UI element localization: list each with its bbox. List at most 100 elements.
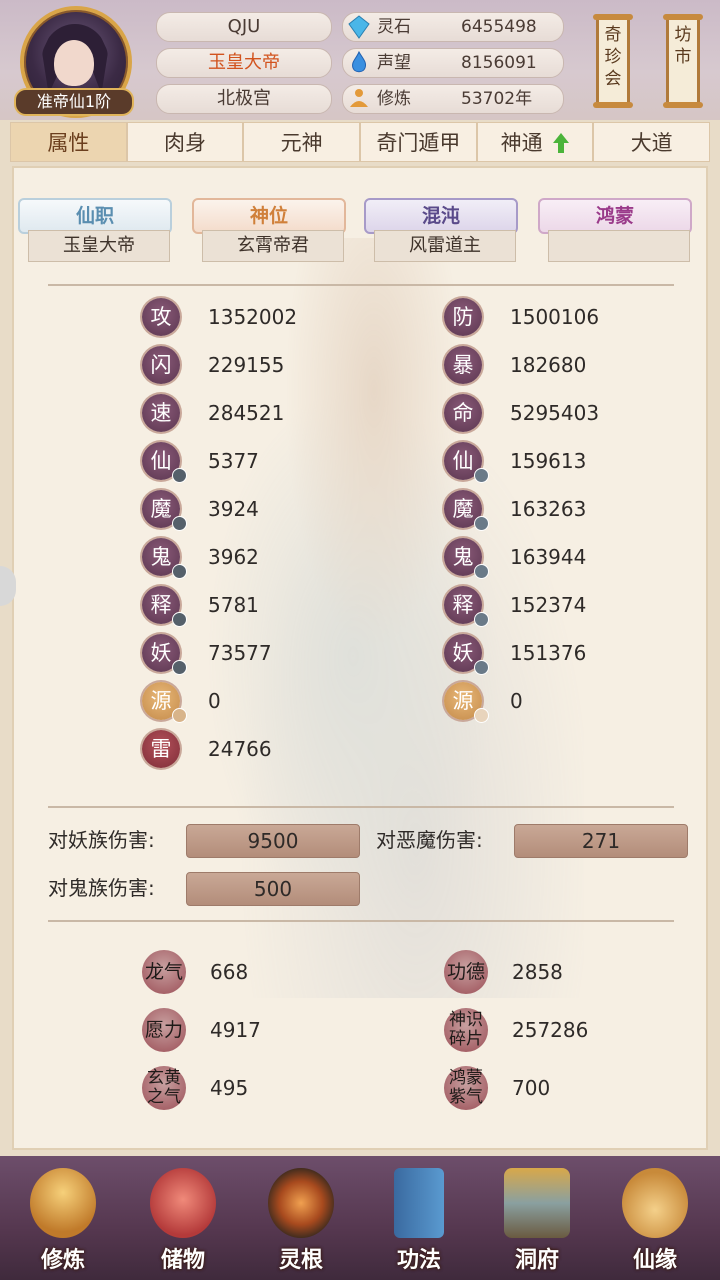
stat-badge: 闪 (142, 346, 180, 384)
stat-badge: 攻 (142, 298, 180, 336)
damage-value-bar: 500 (186, 872, 360, 906)
stat-value: 163944 (510, 545, 587, 569)
section-divider (48, 920, 674, 922)
upgrade-arrow-icon (553, 133, 570, 155)
stat-badge: 雷 (142, 730, 180, 768)
attack-mark-icon (172, 468, 187, 483)
resource-cultivation: 修炼 53702年 (342, 84, 564, 114)
stat-value: 3962 (208, 545, 259, 569)
title-category-divine-rank[interactable]: 神位 (192, 198, 346, 234)
top-header: 准帝仙1阶 QJU 玉皇大帝 北极宫 灵石 6455498 声望 8156091… (0, 0, 720, 120)
nav-cave-house[interactable]: 洞府 (482, 1164, 592, 1276)
treasure-fair-label: 奇珍会 (604, 25, 622, 89)
attack-mark-icon (172, 708, 187, 723)
nav-label: 仙缘 (632, 1248, 677, 1273)
tab-divine-power[interactable]: 神通 (476, 122, 594, 162)
stat-value: 159613 (510, 449, 587, 473)
tab-soul[interactable]: 元神 (243, 122, 361, 162)
stat-value: 24766 (208, 737, 272, 761)
stat-badge: 速 (142, 394, 180, 432)
nav-spirit-root[interactable]: 灵根 (246, 1164, 356, 1276)
cultivate-icon (30, 1168, 96, 1238)
stat-value: 3924 (208, 497, 259, 521)
damage-label: 对恶魔伤害: (376, 828, 483, 852)
tab-label: 元神 (280, 131, 323, 155)
misc-value: 495 (210, 1076, 249, 1100)
title-category-chaos[interactable]: 混沌 (364, 198, 518, 234)
attributes-panel: 仙职 玉皇大帝 神位 玄霄帝君 混沌 风雷道主 鸿蒙 攻 1352002 闪 229… (12, 166, 708, 1150)
avatar-face (54, 40, 94, 86)
attack-mark-icon (172, 516, 187, 531)
resource-value: 53702年 (461, 89, 533, 109)
tab-label: 肉身 (164, 131, 206, 155)
flame-icon (352, 51, 366, 73)
tab-body[interactable]: 肉身 (126, 122, 244, 162)
damage-label: 对妖族伤害: (48, 828, 155, 852)
resource-reputation: 声望 8156091 (342, 48, 564, 78)
damage-label: 对鬼族伤害: (48, 876, 155, 900)
misc-value: 700 (512, 1076, 551, 1100)
misc-value: 257286 (512, 1018, 589, 1042)
spirit-root-icon (268, 1168, 334, 1238)
stat-badge: 暴 (444, 346, 482, 384)
tab-qimen[interactable]: 奇门遁甲 (360, 122, 477, 162)
misc-badge: 功德 (444, 950, 488, 994)
stat-value: 73577 (208, 641, 272, 665)
attack-mark-icon (172, 612, 187, 627)
nav-label: 修炼 (40, 1248, 85, 1273)
stat-value: 5781 (208, 593, 259, 617)
resource-spirit-stone: 灵石 6455498 (342, 12, 564, 42)
stat-value: 229155 (208, 353, 285, 377)
misc-badge: 龙气 (142, 950, 186, 994)
stat-value: 151376 (510, 641, 587, 665)
tab-dao[interactable]: 大道 (593, 122, 711, 162)
nav-techniques[interactable]: 功法 (364, 1164, 474, 1276)
misc-badge: 玄黄之气 (142, 1066, 186, 1110)
crystal-icon (348, 15, 370, 39)
tab-attributes[interactable]: 属性 (10, 122, 127, 162)
treasure-fair-button[interactable]: 奇珍会 (593, 14, 633, 108)
nav-label: 灵根 (278, 1248, 323, 1273)
resource-label: 修炼 (377, 89, 411, 109)
damage-value-bar: 271 (514, 824, 688, 858)
shield-mark-icon (474, 708, 489, 723)
shield-mark-icon (474, 516, 489, 531)
main-tabs: 属性 肉身 元神 奇门遁甲 神通 大道 (10, 122, 711, 164)
nav-storage[interactable]: 储物 (128, 1164, 238, 1276)
shield-mark-icon (474, 564, 489, 579)
resource-value: 6455498 (461, 17, 537, 37)
nav-cultivate[interactable]: 修炼 (8, 1164, 118, 1276)
misc-badge: 神识碎片 (444, 1008, 488, 1052)
misc-badge: 愿力 (142, 1008, 186, 1052)
meditation-icon (350, 89, 368, 107)
bag-icon (150, 1168, 216, 1238)
attack-mark-icon (172, 660, 187, 675)
stat-value: 152374 (510, 593, 587, 617)
damage-value-bar: 9500 (186, 824, 360, 858)
stat-value: 182680 (510, 353, 587, 377)
shield-mark-icon (474, 612, 489, 627)
market-button[interactable]: 坊市 (663, 14, 703, 108)
tab-label: 奇门遁甲 (376, 131, 461, 155)
shield-mark-icon (474, 660, 489, 675)
stat-badge: 命 (444, 394, 482, 432)
title-value: 风雷道主 (374, 230, 516, 262)
misc-value: 2858 (512, 960, 563, 984)
stat-value: 5295403 (510, 401, 600, 425)
stat-value: 1500106 (510, 305, 600, 329)
player-title: 玉皇大帝 (156, 48, 332, 78)
player-name: QJU (156, 12, 332, 42)
title-value: 玉皇大帝 (28, 230, 170, 262)
title-category-immortal-post[interactable]: 仙职 (18, 198, 172, 234)
stat-value: 284521 (208, 401, 285, 425)
section-divider (48, 284, 674, 286)
misc-value: 4917 (210, 1018, 261, 1042)
stat-value: 0 (208, 689, 221, 713)
book-icon (394, 1168, 444, 1238)
section-divider (48, 806, 674, 808)
market-label: 坊市 (674, 25, 692, 67)
nav-immortal-fate[interactable]: 仙缘 (600, 1164, 710, 1276)
title-category-hongmeng[interactable]: 鸿蒙 (538, 198, 692, 234)
stat-value: 163263 (510, 497, 587, 521)
resource-value: 8156091 (461, 53, 537, 73)
